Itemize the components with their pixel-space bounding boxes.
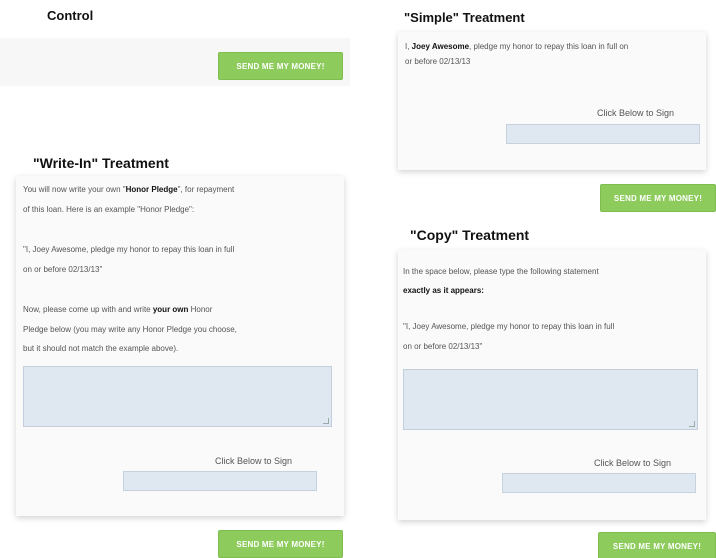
- copy-statement-line1: "I, Joey Awesome, pledge my honor to rep…: [403, 322, 615, 331]
- control-heading: Control: [47, 8, 94, 23]
- control-send-button[interactable]: SEND ME MY MONEY!: [218, 52, 343, 80]
- writein-instruction-line3: Now, please come up with and write your …: [23, 305, 213, 314]
- writein-signature-field[interactable]: [123, 471, 317, 491]
- writein-example-line1: "I, Joey Awesome, pledge my honor to rep…: [23, 245, 235, 254]
- writein-instruction-line5: but it should not match the example abov…: [23, 344, 179, 353]
- copy-statement-line2: on or before 02/13/13": [403, 342, 483, 351]
- resize-grip-icon[interactable]: [323, 418, 329, 424]
- copy-heading: "Copy" Treatment: [410, 227, 530, 243]
- writein-instruction-line2: of this loan. Here is an example "Honor …: [23, 205, 195, 214]
- simple-pledge-line1: I, Joey Awesome, pledge my honor to repa…: [405, 42, 629, 51]
- copy-send-button[interactable]: SEND ME MY MONEY!: [598, 532, 716, 558]
- copy-signature-field[interactable]: [502, 473, 696, 493]
- simple-pledge-line2: or before 02/13/13: [405, 57, 471, 66]
- simple-signature-field[interactable]: [506, 124, 700, 144]
- writein-sign-label: Click Below to Sign: [215, 456, 293, 466]
- writein-example-line2: on or before 02/13/13": [23, 265, 103, 274]
- copy-instruction-line1: In the space below, please type the foll…: [403, 267, 599, 276]
- writein-instruction-line1: You will now write your own "Honor Pledg…: [23, 185, 235, 194]
- simple-send-button[interactable]: SEND ME MY MONEY!: [600, 184, 716, 212]
- writein-heading: "Write-In" Treatment: [33, 155, 169, 171]
- copy-sign-label: Click Below to Sign: [594, 458, 672, 468]
- copy-instruction-line2: exactly as it appears:: [403, 286, 484, 295]
- writein-instruction-line4: Pledge below (you may write any Honor Pl…: [23, 325, 237, 334]
- writein-send-button[interactable]: SEND ME MY MONEY!: [218, 530, 343, 558]
- resize-grip-icon[interactable]: [689, 421, 695, 427]
- writein-pledge-textarea[interactable]: [23, 366, 332, 427]
- simple-heading: "Simple" Treatment: [404, 10, 525, 25]
- simple-sign-label: Click Below to Sign: [597, 108, 675, 118]
- copy-statement-textarea[interactable]: [403, 369, 698, 430]
